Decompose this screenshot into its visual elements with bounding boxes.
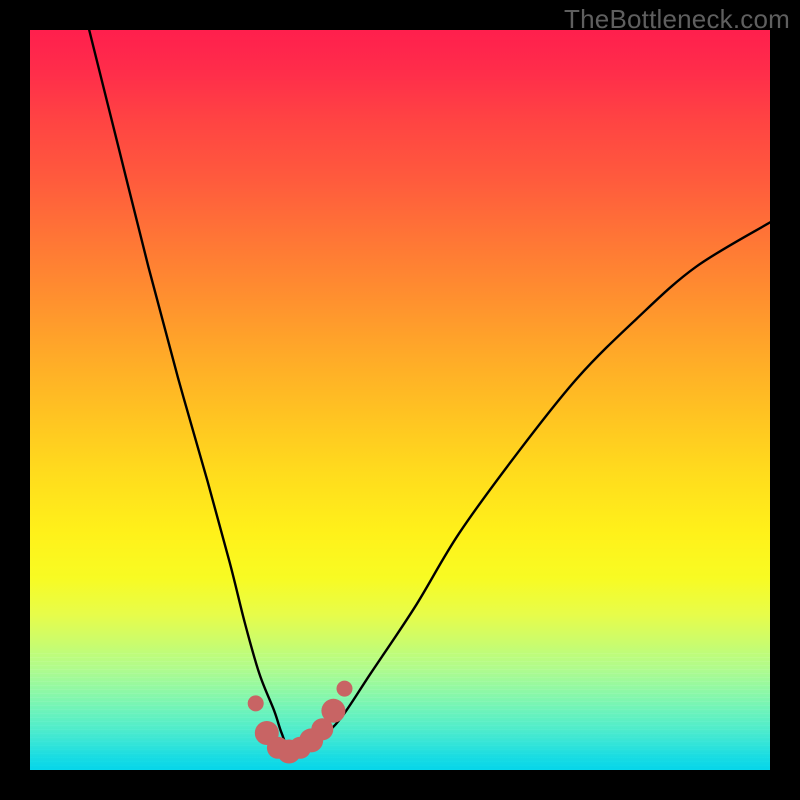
chart-frame: TheBottleneck.com <box>0 0 800 800</box>
trough-marker-group <box>248 681 353 764</box>
watermark-text: TheBottleneck.com <box>564 4 790 35</box>
plot-area <box>30 30 770 770</box>
curve-layer <box>30 30 770 770</box>
trough-marker-dot <box>337 681 353 697</box>
bottleneck-curve-path <box>89 30 770 749</box>
trough-marker-dot <box>321 699 345 723</box>
trough-marker-dot <box>248 695 264 711</box>
